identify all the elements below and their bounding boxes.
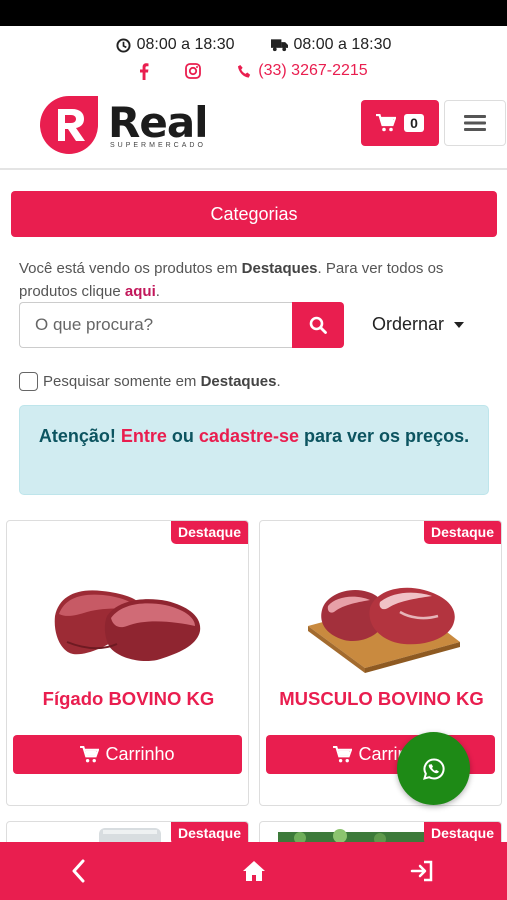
real-supermercado-logo[interactable]: Real SUPERMERCADO [38,92,218,156]
product-name[interactable]: Fígado BOVINO KG [7,688,248,710]
cart-count-badge: 0 [404,114,424,132]
caret-down-icon [454,321,465,328]
alert-or: ou [166,426,199,446]
chevron-left-icon [72,859,85,883]
checkbox-label: Pesquisar somente em Destaques. [43,373,281,390]
bottom-navigation [0,842,507,900]
add-to-cart-button[interactable]: Carrinho [13,735,242,774]
sign-out-icon [410,860,433,882]
search-bar [19,302,344,348]
phone-link[interactable]: (33) 3267-2215 [237,62,368,80]
delivery-hours: 08:00 a 18:30 [270,36,392,54]
search-only-checkbox[interactable] [19,372,38,391]
product-name[interactable]: MUSCULO BOVINO KG [260,688,501,710]
phone-icon [238,64,251,78]
whatsapp-button[interactable] [397,732,470,805]
cart-plus-icon [333,746,353,763]
checkbox-label-prefix: Pesquisar somente em [43,373,201,390]
back-button[interactable] [58,856,98,886]
facebook-icon[interactable] [139,62,149,80]
alert-suffix: para ver os preços. [299,426,470,446]
site-header: Real SUPERMERCADO 0 [0,92,507,170]
order-dropdown[interactable]: Ordernar [372,314,465,335]
logo-name: Real [108,98,209,147]
cart-button[interactable]: 0 [361,100,439,146]
register-link[interactable]: cadastre-se [199,426,299,446]
device-status-bar [0,0,507,26]
delivery-hours-text: 08:00 a 18:30 [293,36,392,53]
login-alert: Atenção! Entre ou cadastre-se para ver o… [19,405,489,495]
store-hours: 08:00 a 18:30 [116,36,235,54]
search-input[interactable] [19,302,292,348]
section-info-text: Você está vendo os produtos em Destaques… [19,257,489,303]
view-all-link[interactable]: aqui [125,283,156,300]
search-button[interactable] [292,302,344,348]
beef-shank-image [308,587,460,673]
store-hours-text: 08:00 a 18:30 [136,36,235,53]
cart-icon [376,114,397,132]
info-prefix: Você está vendo os produtos em [19,260,242,277]
cart-plus-icon [80,746,100,763]
featured-badge: Destaque [170,521,248,544]
hamburger-menu-icon [464,115,486,131]
top-info-bar: 08:00 a 18:30 08:00 a 18:30 [0,36,507,54]
info-suffix: . [155,283,160,300]
order-label: Ordernar [372,314,445,334]
categories-button[interactable]: Categorias [11,191,497,237]
home-button[interactable] [234,856,274,886]
info-section: Destaques [241,260,318,277]
alert-attention: Atenção! [38,426,121,446]
logo-mark [40,96,98,154]
home-icon [243,861,265,881]
search-icon [309,316,327,334]
phone-number: (33) 3267-2215 [258,62,368,79]
checkbox-label-suffix: . [276,373,281,390]
truck-icon [270,39,288,52]
menu-button[interactable] [444,100,506,146]
search-only-section-option: Pesquisar somente em Destaques. [19,372,281,391]
clock-icon [116,37,131,53]
add-to-cart-label: Carrinho [105,744,175,764]
checkbox-label-section: Destaques [200,373,277,390]
login-link[interactable]: Entre [121,426,167,446]
beef-liver-image [54,590,201,662]
logo-subtitle: SUPERMERCADO [110,142,206,149]
instagram-icon[interactable] [185,63,202,79]
whatsapp-icon [422,757,445,780]
featured-badge: Destaque [423,521,501,544]
social-contact-bar: (33) 3267-2215 [0,62,507,80]
logout-button[interactable] [402,856,442,886]
product-card[interactable]: Destaque Fígado BOVINO KG Carrinho [6,520,249,806]
